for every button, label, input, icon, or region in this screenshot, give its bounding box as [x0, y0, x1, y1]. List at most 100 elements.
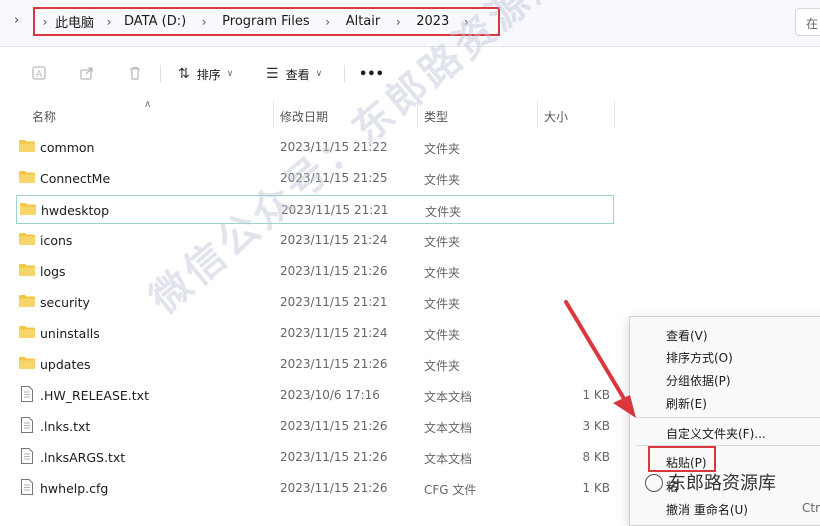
column-type[interactable]: 类型 — [424, 108, 448, 125]
file-modified-date: 2023/11/15 21:26 — [280, 481, 388, 495]
search-input[interactable]: 在 — [795, 8, 820, 36]
column-size[interactable]: 大小 — [544, 108, 568, 125]
folder-icon — [20, 203, 36, 215]
folder-icon — [19, 326, 35, 338]
folder-icon — [19, 171, 35, 183]
menu-item-view[interactable]: 查看(V) — [666, 327, 708, 344]
file-row[interactable]: hwhelp.cfg 2023/11/15 21:26 CFG 文件 1 KB — [16, 474, 614, 503]
file-size: 1 KB — [582, 388, 610, 402]
file-type: 文件夹 — [425, 205, 462, 219]
column-divider[interactable] — [614, 100, 615, 128]
file-name: .lnksARGS.txt — [40, 450, 126, 465]
file-row[interactable]: .lnksARGS.txt 2023/11/15 21:26 文本文档 8 KB — [16, 443, 614, 472]
file-type: 文件夹 — [424, 297, 461, 311]
file-row[interactable]: .lnks.txt 2023/11/15 21:26 文本文档 3 KB — [16, 412, 614, 441]
file-size: 1 KB — [582, 481, 610, 495]
wechat-logo-icon — [645, 474, 663, 492]
file-type: CFG 文件 — [424, 483, 477, 497]
file-name: logs — [40, 264, 66, 279]
chevron-right-icon: › — [325, 14, 331, 29]
file-modified-date: 2023/11/15 21:26 — [280, 264, 388, 278]
menu-item-customize-folder[interactable]: 自定义文件夹(F)... — [666, 425, 766, 442]
file-name: hwdesktop — [41, 203, 110, 218]
menu-item-group-by[interactable]: 分组依据(P) — [666, 372, 731, 389]
menu-item-refresh[interactable]: 刷新(E) — [666, 395, 707, 412]
breadcrumb-program-files[interactable]: Program Files — [222, 14, 310, 29]
folder-icon — [19, 140, 35, 152]
file-modified-date: 2023/10/6 17:16 — [280, 388, 380, 402]
chevron-right-icon: › — [106, 14, 112, 29]
chevron-right-icon: › — [42, 14, 48, 29]
file-type: 文件夹 — [424, 328, 461, 342]
svg-text:A: A — [36, 70, 43, 80]
breadcrumb-data-drive[interactable]: DATA (D:) — [124, 14, 186, 29]
file-type: 文本文档 — [424, 421, 473, 435]
file-type: 文件夹 — [424, 235, 461, 249]
sort-ascending-icon: ∧ — [144, 99, 152, 110]
file-size: 8 KB — [582, 450, 610, 464]
breadcrumb-altair[interactable]: Altair — [346, 14, 381, 29]
file-row[interactable]: security 2023/11/15 21:21 文件夹 — [16, 288, 614, 317]
file-row[interactable]: icons 2023/11/15 21:24 文件夹 — [16, 226, 614, 255]
file-name: uninstalls — [40, 326, 100, 341]
text-file-icon — [21, 386, 33, 402]
file-modified-date: 2023/11/15 21:24 — [280, 326, 388, 340]
folder-icon — [19, 295, 35, 307]
file-modified-date: 2023/11/15 21:26 — [280, 419, 388, 433]
rename-icon[interactable]: A — [30, 65, 48, 83]
text-file-icon — [21, 479, 33, 495]
column-divider[interactable] — [537, 100, 538, 128]
file-type: 文件夹 — [424, 266, 461, 280]
toolbar-divider — [160, 65, 161, 83]
folder-icon — [19, 233, 35, 245]
chevron-down-icon: ∨ — [315, 69, 323, 79]
file-modified-date: 2023/11/15 21:24 — [280, 233, 388, 247]
folder-icon — [19, 264, 35, 276]
file-name: icons — [40, 233, 73, 248]
file-name: .HW_RELEASE.txt — [40, 388, 149, 403]
menu-item-sort-by[interactable]: 排序方式(O) — [666, 349, 733, 366]
sort-button[interactable]: ⇅ 排序 ∨ — [178, 64, 233, 84]
column-name[interactable]: 名称 — [32, 108, 56, 125]
file-name: ConnectMe — [40, 171, 111, 186]
share-icon[interactable] — [78, 65, 96, 83]
file-size: 3 KB — [582, 419, 610, 433]
text-file-icon — [21, 417, 33, 433]
sort-icon: ⇅ — [178, 66, 190, 82]
file-type: 文件夹 — [424, 359, 461, 373]
file-type: 文本文档 — [424, 390, 473, 404]
file-type: 文件夹 — [424, 142, 461, 156]
text-file-icon — [21, 448, 33, 464]
menu-separator — [636, 417, 820, 418]
file-row[interactable]: uninstalls 2023/11/15 21:24 文件夹 — [16, 319, 614, 348]
file-name: updates — [40, 357, 91, 372]
file-row[interactable]: updates 2023/11/15 21:26 文件夹 — [16, 350, 614, 379]
file-name: .lnks.txt — [40, 419, 91, 434]
view-list-icon: ☰ — [266, 66, 279, 82]
file-modified-date: 2023/11/15 21:21 — [280, 295, 388, 309]
file-type: 文件夹 — [424, 173, 461, 187]
search-placeholder: 在 — [806, 17, 819, 31]
file-row[interactable]: .HW_RELEASE.txt 2023/10/6 17:16 文本文档 1 KB — [16, 381, 614, 410]
file-modified-date: 2023/11/15 21:26 — [280, 357, 388, 371]
address-bar: › › 此电脑 › DATA (D:) › Program Files › Al… — [0, 0, 820, 47]
view-label: 查看 — [285, 67, 310, 82]
file-row[interactable]: logs 2023/11/15 21:26 文件夹 — [16, 257, 614, 286]
file-name: hwhelp.cfg — [40, 481, 109, 496]
chevron-right-icon: › — [201, 14, 207, 29]
file-name: common — [40, 140, 95, 155]
file-modified-date: 2023/11/15 21:26 — [280, 450, 388, 464]
delete-icon[interactable] — [126, 65, 144, 83]
chevron-down-icon: ∨ — [226, 69, 234, 79]
view-button[interactable]: ☰ 查看 ∨ — [266, 64, 322, 84]
file-type: 文本文档 — [424, 452, 473, 466]
chevron-right-icon: › — [395, 14, 401, 29]
menu-item-undo-shortcut: Ctrl — [802, 501, 820, 515]
menu-item-undo-rename[interactable]: 撤消 重命名(U) — [666, 501, 748, 518]
chevron-right-icon[interactable]: › — [14, 13, 19, 28]
file-name: security — [40, 295, 90, 310]
breadcrumb-this-pc[interactable]: 此电脑 — [55, 12, 94, 31]
sort-label: 排序 — [196, 67, 221, 82]
column-divider[interactable] — [273, 100, 274, 128]
folder-icon — [19, 357, 35, 369]
